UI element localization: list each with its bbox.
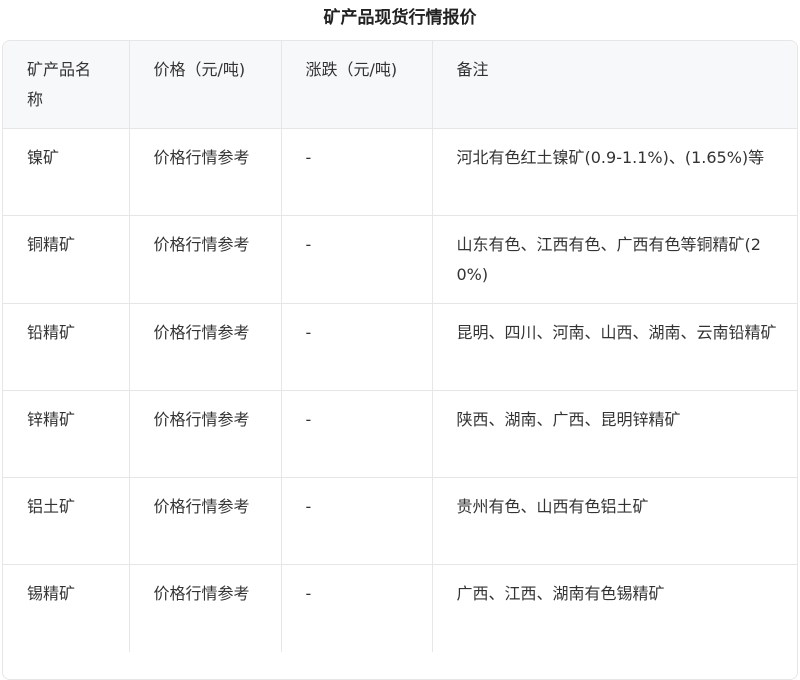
cell-price: 价格行情参考 (129, 564, 282, 652)
table-row: 镍矿 价格行情参考 - 河北有色红土镍矿(0.9-1.1%)、(1.65%)等 (3, 128, 797, 216)
page: 矿产品现货行情报价 矿产品名称 价格（元/吨) 涨跌（元/吨) 备注 镍矿 价格… (0, 0, 800, 680)
table-row: 锌精矿 价格行情参考 - 陕西、湖南、广西、昆明锌精矿 (3, 390, 797, 478)
cell-remarks: 山东有色、江西有色、广西有色等铜精矿(20%) (432, 215, 797, 304)
cell-remarks: 贵州有色、山西有色铝土矿 (432, 477, 797, 565)
cell-product-name: 锡精矿 (3, 564, 130, 652)
cell-product-name: 铜精矿 (3, 215, 130, 304)
table-row: 铅精矿 价格行情参考 - 昆明、四川、河南、山西、湖南、云南铅精矿 (3, 303, 797, 391)
table-row: 锡精矿 价格行情参考 - 广西、江西、湖南有色锡精矿 (3, 564, 797, 652)
cell-change: - (281, 303, 433, 391)
price-table-container: 矿产品名称 价格（元/吨) 涨跌（元/吨) 备注 镍矿 价格行情参考 - 河北有… (2, 40, 798, 680)
header-product-name: 矿产品名称 (3, 41, 130, 129)
header-change: 涨跌（元/吨) (281, 41, 433, 129)
cell-change: - (281, 128, 433, 216)
table-header: 矿产品名称 价格（元/吨) 涨跌（元/吨) 备注 (3, 41, 797, 129)
cell-change: - (281, 390, 433, 478)
header-price: 价格（元/吨) (129, 41, 282, 129)
header-remarks: 备注 (432, 41, 797, 129)
cell-price: 价格行情参考 (129, 477, 282, 565)
table-row: 铜精矿 价格行情参考 - 山东有色、江西有色、广西有色等铜精矿(20%) (3, 215, 797, 304)
cell-price: 价格行情参考 (129, 215, 282, 304)
cell-product-name: 镍矿 (3, 128, 130, 216)
cell-product-name: 铝土矿 (3, 477, 130, 565)
cell-product-name: 锌精矿 (3, 390, 130, 478)
cell-remarks: 昆明、四川、河南、山西、湖南、云南铅精矿 (432, 303, 797, 391)
price-table: 矿产品名称 价格（元/吨) 涨跌（元/吨) 备注 镍矿 价格行情参考 - 河北有… (3, 41, 797, 652)
table-header-row: 矿产品名称 价格（元/吨) 涨跌（元/吨) 备注 (3, 41, 797, 129)
page-title: 矿产品现货行情报价 (323, 8, 477, 28)
cell-remarks: 河北有色红土镍矿(0.9-1.1%)、(1.65%)等 (432, 128, 797, 216)
cell-change: - (281, 564, 433, 652)
cell-change: - (281, 477, 433, 565)
cell-price: 价格行情参考 (129, 390, 282, 478)
table-body: 镍矿 价格行情参考 - 河北有色红土镍矿(0.9-1.1%)、(1.65%)等 … (3, 128, 797, 652)
cell-product-name: 铅精矿 (3, 303, 130, 391)
cell-remarks: 陕西、湖南、广西、昆明锌精矿 (432, 390, 797, 478)
cell-price: 价格行情参考 (129, 303, 282, 391)
table-row: 铝土矿 价格行情参考 - 贵州有色、山西有色铝土矿 (3, 477, 797, 565)
cell-price: 价格行情参考 (129, 128, 282, 216)
cell-remarks: 广西、江西、湖南有色锡精矿 (432, 564, 797, 652)
cell-change: - (281, 215, 433, 304)
